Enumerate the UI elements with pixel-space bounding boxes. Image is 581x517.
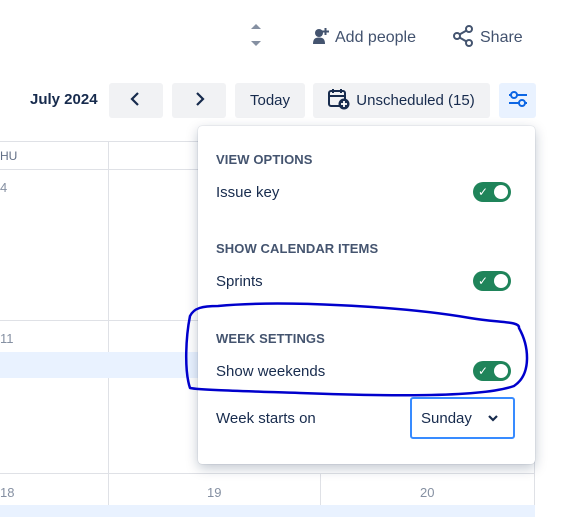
- date-cell-18: 18: [0, 485, 15, 500]
- issue-key-toggle[interactable]: ✓: [473, 182, 511, 202]
- sprints-label: Sprints: [216, 273, 263, 290]
- check-icon: ✓: [478, 185, 489, 199]
- previous-month-button[interactable]: [109, 83, 163, 118]
- unscheduled-button[interactable]: Unscheduled (15): [313, 83, 490, 118]
- chevron-right-icon: [193, 91, 205, 110]
- date-cell-19: 19: [207, 485, 222, 500]
- check-icon: ✓: [478, 274, 489, 288]
- date-cell-11: 11: [0, 331, 14, 346]
- unscheduled-label: Unscheduled (15): [356, 92, 475, 109]
- add-people-button[interactable]: Add people: [313, 27, 416, 49]
- add-person-icon: [313, 27, 329, 50]
- filter-sliders-icon: [507, 90, 529, 112]
- grid-row-line-2: [0, 473, 535, 474]
- month-label: July 2024: [30, 91, 98, 108]
- chevron-down-icon: [487, 411, 499, 428]
- toggle-knob: [494, 274, 508, 288]
- share-icon: [452, 24, 474, 52]
- view-options-button[interactable]: [499, 83, 536, 118]
- calendar-add-icon: [328, 88, 350, 114]
- sprints-toggle[interactable]: ✓: [473, 271, 511, 291]
- share-button[interactable]: Share: [452, 24, 523, 52]
- sprint-bar[interactable]: [0, 352, 200, 378]
- scroll-arrows-icon[interactable]: [247, 20, 265, 50]
- share-label: Share: [480, 29, 523, 46]
- show-calendar-items-heading: SHOW CALENDAR ITEMS: [216, 241, 379, 256]
- annotation-circle: [180, 296, 538, 409]
- next-month-button[interactable]: [172, 83, 226, 118]
- date-cell-20: 20: [420, 485, 435, 500]
- week-starts-label: Week starts on: [216, 410, 316, 427]
- today-button[interactable]: Today: [235, 83, 305, 118]
- today-label: Today: [249, 92, 291, 109]
- day-header-thu: HU: [0, 149, 18, 163]
- sprint-bar[interactable]: [0, 505, 535, 517]
- date-cell-4: 4: [0, 180, 8, 195]
- chevron-left-icon: [130, 91, 142, 110]
- issue-key-label: Issue key: [216, 184, 280, 201]
- grid-col-line-1: [108, 141, 109, 517]
- week-starts-value: Sunday: [421, 409, 472, 427]
- toggle-knob: [494, 185, 508, 199]
- add-people-label: Add people: [335, 29, 416, 46]
- view-options-heading: VIEW OPTIONS: [216, 152, 313, 167]
